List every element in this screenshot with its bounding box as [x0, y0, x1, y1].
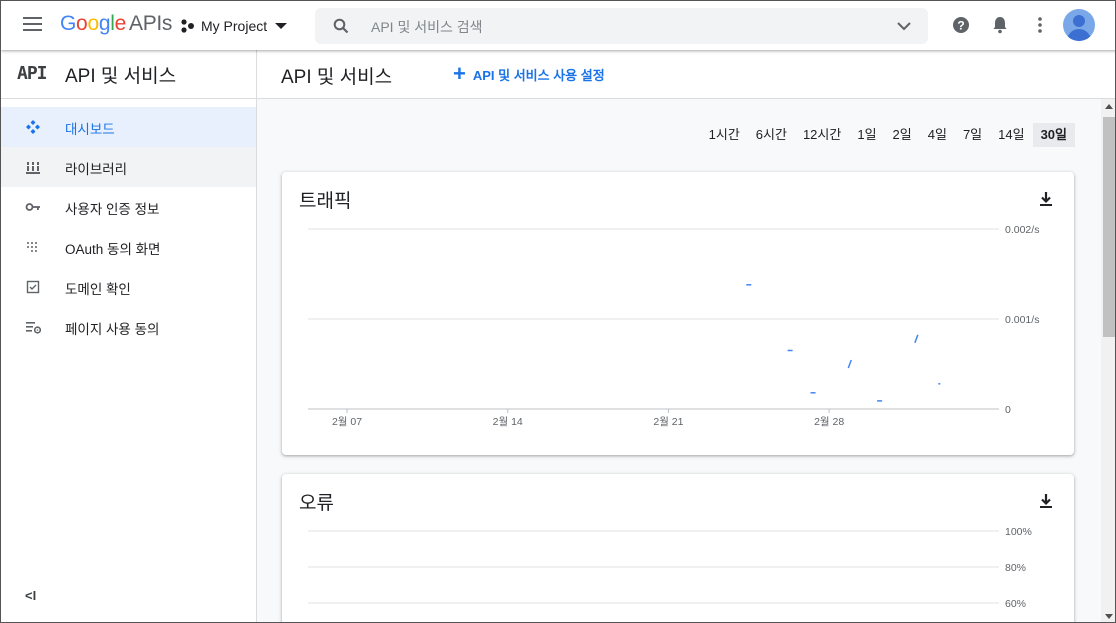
traffic-chart-card: 트래픽 0.002/s 0.001/s 0 2월 07 2월 14 2월 21 2월 28 — [282, 172, 1074, 455]
project-name: My Project — [201, 18, 268, 34]
y-tick-label: 0.002/s — [1005, 224, 1039, 236]
time-range-option[interactable]: 4일 — [920, 123, 955, 147]
scroll-down-arrow-icon[interactable] — [1105, 614, 1113, 619]
menu-icon[interactable] — [23, 16, 43, 32]
time-range-option-selected[interactable]: 30일 — [1032, 123, 1075, 147]
time-range-option[interactable]: 2일 — [885, 123, 920, 147]
scrollbar-thumb[interactable] — [1103, 117, 1115, 337]
project-dots-icon — [181, 19, 194, 33]
y-tick-label: 100% — [1005, 526, 1032, 538]
sidebar-item-label: 페이지 사용 동의 — [65, 322, 160, 337]
traffic-chart: 0.002/s 0.001/s 0 2월 07 2월 14 2월 21 2월 28 — [308, 224, 1039, 428]
key-icon — [25, 203, 40, 211]
errors-chart: 100% 80% 60% — [308, 526, 1032, 610]
y-tick-label: 0 — [1005, 404, 1011, 416]
settings-list-icon — [26, 322, 41, 334]
caret-down-icon — [275, 23, 288, 29]
side-nav-list: 대시보드 라이브러리 사용자 인증 정보 OAuth 동의 화면 도메인 확인 … — [1, 107, 256, 347]
x-tick-label: 2월 28 — [814, 416, 844, 428]
checkbox-icon — [26, 280, 40, 294]
time-range-option[interactable]: 6시간 — [748, 123, 795, 147]
sidebar-item-oauth-consent[interactable]: OAuth 동의 화면 — [1, 227, 256, 267]
time-range-option[interactable]: 14일 — [990, 123, 1032, 147]
sidebar-item-label: OAuth 동의 화면 — [65, 242, 161, 257]
sidebar-item-page-usage-agreement[interactable]: 페이지 사용 동의 — [1, 307, 256, 347]
project-selector[interactable]: My Project — [179, 15, 288, 37]
chevron-down-icon[interactable] — [896, 19, 912, 33]
sidebar-item-label: 도메인 확인 — [65, 282, 131, 297]
library-icon — [26, 162, 40, 174]
y-tick-label: 80% — [1005, 562, 1026, 574]
time-range-option[interactable]: 1시간 — [701, 123, 748, 147]
sidebar-item-credentials[interactable]: 사용자 인증 정보 — [1, 187, 256, 227]
sidebar-item-label: 라이브러리 — [65, 162, 128, 177]
side-nav-title: API 및 서비스 — [65, 66, 177, 87]
side-nav: API API 및 서비스 대시보드 라이브러리 사용자 인증 정보 OAuth… — [1, 50, 257, 622]
oauth-dots-icon — [27, 242, 37, 252]
more-vert-icon[interactable] — [1030, 15, 1050, 35]
x-tick-label: 2월 21 — [653, 416, 683, 428]
sidebar-item-domain-verification[interactable]: 도메인 확인 — [1, 267, 256, 307]
enable-apis-label: API 및 서비스 사용 설정 — [472, 67, 605, 83]
time-range-option[interactable]: 7일 — [955, 123, 990, 147]
account-avatar[interactable] — [1063, 9, 1095, 41]
top-app-bar: Google APIs My Project API 및 서비스 검색 ? — [1, 1, 1115, 50]
page-title: API 및 서비스 — [281, 67, 393, 88]
api-brand-icon: API — [17, 63, 47, 84]
sidebar-item-library[interactable]: 라이브러리 — [1, 147, 256, 187]
sidebar-item-label: 대시보드 — [65, 122, 115, 137]
x-tick-label: 2월 14 — [493, 416, 523, 428]
traffic-data-point[interactable] — [847, 359, 852, 369]
time-range-option[interactable]: 12시간 — [795, 123, 849, 147]
notifications-bell-icon[interactable] — [990, 15, 1010, 35]
sidebar-item-dashboard[interactable]: 대시보드 — [1, 107, 256, 147]
time-range-option[interactable]: 1일 — [849, 123, 884, 147]
plus-icon: + — [453, 61, 466, 86]
svg-text:?: ? — [957, 19, 964, 33]
errors-chart-card: 오류 100% 80% 60% — [282, 474, 1074, 622]
search-bar[interactable]: API 및 서비스 검색 — [315, 8, 928, 44]
dashboard-icon — [26, 120, 40, 134]
collapse-sidebar-button[interactable]: <I — [25, 588, 36, 603]
search-icon — [333, 18, 349, 34]
dashboard-scroll-area[interactable]: 1시간 6시간 12시간 1일 2일 4일 7일 14일 30일 트래픽 0.0… — [257, 99, 1101, 622]
sidebar-item-label: 사용자 인증 정보 — [65, 202, 160, 217]
y-tick-label: 0.001/s — [1005, 314, 1039, 326]
y-tick-label: 60% — [1005, 598, 1026, 610]
side-nav-header: API API 및 서비스 — [1, 50, 256, 99]
help-icon[interactable]: ? — [951, 15, 971, 35]
google-apis-logo[interactable]: Google APIs — [60, 12, 172, 36]
time-range-selector: 1시간 6시간 12시간 1일 2일 4일 7일 14일 30일 — [701, 123, 1075, 147]
app-window: Google APIs My Project API 및 서비스 검색 ? AP… — [0, 0, 1116, 623]
vertical-scrollbar[interactable] — [1101, 99, 1115, 622]
main-header: API 및 서비스 + API 및 서비스 사용 설정 — [257, 50, 1115, 99]
main-content: API 및 서비스 + API 및 서비스 사용 설정 1시간 6시간 12시간… — [257, 50, 1115, 622]
x-tick-label: 2월 07 — [332, 416, 362, 428]
traffic-data-point[interactable] — [914, 334, 919, 344]
enable-apis-button[interactable]: + API 및 서비스 사용 설정 — [453, 63, 605, 85]
scroll-up-arrow-icon[interactable] — [1105, 104, 1113, 109]
search-input[interactable]: API 및 서비스 검색 — [371, 17, 483, 37]
